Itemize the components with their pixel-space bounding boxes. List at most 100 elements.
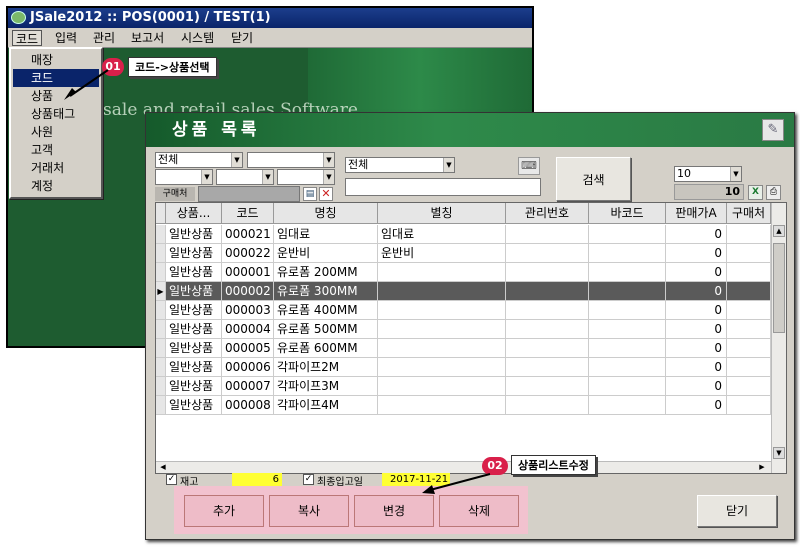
row-indicator <box>156 301 166 320</box>
table-cell: 유로폼 500MM <box>274 320 378 339</box>
table-cell <box>727 358 771 377</box>
column-header[interactable]: 구매처 <box>727 203 771 224</box>
table-cell: 000004 <box>222 320 274 339</box>
table-cell: 0 <box>666 244 727 263</box>
excel-export-icon[interactable]: X <box>748 185 763 200</box>
table-row[interactable]: 일반상품 000007 각파이프3M 0 <box>156 377 771 396</box>
table-cell <box>506 377 589 396</box>
menu-manage[interactable]: 관리 <box>90 30 118 46</box>
table-row[interactable]: 일반상품 000006 각파이프2M 0 <box>156 358 771 377</box>
table-cell: 각파이프4M <box>274 396 378 415</box>
table-cell: 000006 <box>222 358 274 377</box>
vertical-scrollbar[interactable]: ▲ ▼ <box>771 203 786 473</box>
callout-arrow-2 <box>422 473 491 494</box>
row-indicator <box>156 396 166 415</box>
dropdown-item-customer[interactable]: 고객 <box>13 141 99 159</box>
add-button[interactable]: 추가 <box>184 495 264 527</box>
close-button[interactable]: 닫기 <box>697 495 777 527</box>
last-in-checkbox[interactable]: ✓ <box>303 474 314 485</box>
table-cell <box>727 282 771 301</box>
tool-icon[interactable]: ✎ <box>762 119 784 141</box>
table-cell: 각파이프3M <box>274 377 378 396</box>
chevron-down-icon: ▼ <box>323 170 334 184</box>
row-indicator <box>156 263 166 282</box>
scroll-down-icon[interactable]: ▼ <box>773 447 785 459</box>
page-size-combo[interactable]: 10 ▼ <box>674 166 742 182</box>
table-row[interactable]: 일반상품 000005 유로폼 600MM 0 <box>156 339 771 358</box>
table-row[interactable]: 일반상품 000001 유로폼 200MM 0 <box>156 263 771 282</box>
row-indicator: ▶ <box>156 282 166 301</box>
column-header[interactable]: 판매가A <box>666 203 727 224</box>
chevron-down-icon: ▼ <box>201 170 212 184</box>
column-header[interactable]: 명칭 <box>274 203 378 224</box>
table-cell: 0 <box>666 282 727 301</box>
clear-icon[interactable]: ✕ <box>319 187 333 201</box>
product-list-title: 상품 목록 <box>146 113 794 147</box>
search-input[interactable] <box>345 178 541 196</box>
table-row[interactable]: ▶ 일반상품 000002 유로폼 300MM 0 <box>156 282 771 301</box>
scroll-up-icon[interactable]: ▲ <box>773 225 785 237</box>
chevron-down-icon: ▼ <box>231 153 242 167</box>
table-cell: 일반상품 <box>166 301 222 320</box>
menu-close[interactable]: 닫기 <box>228 30 256 46</box>
column-header[interactable]: 상품... <box>166 203 222 224</box>
search-scope-combo[interactable]: 전체 ▼ <box>345 157 455 173</box>
table-cell: 일반상품 <box>166 282 222 301</box>
column-header[interactable]: 별칭 <box>378 203 506 224</box>
table-cell: 0 <box>666 301 727 320</box>
callout-arrow-1 <box>64 69 109 100</box>
table-cell: 일반상품 <box>166 377 222 396</box>
table-row[interactable]: 일반상품 000003 유로폼 400MM 0 <box>156 301 771 320</box>
filter-combo-5[interactable]: ▼ <box>277 169 335 185</box>
column-header[interactable]: 바코드 <box>589 203 666 224</box>
stock-checkbox[interactable]: ✓ <box>166 474 177 485</box>
filter-combo-4[interactable]: ▼ <box>216 169 274 185</box>
table-cell <box>589 339 666 358</box>
table-cell <box>506 396 589 415</box>
buyer-field[interactable] <box>198 186 300 202</box>
table-cell: 000003 <box>222 301 274 320</box>
table-row[interactable]: 일반상품 000008 각파이프4M 0 <box>156 396 771 415</box>
column-header[interactable]: 관리번호 <box>506 203 589 224</box>
table-cell: 0 <box>666 320 727 339</box>
dropdown-item-product-tag[interactable]: 상품태그 <box>13 105 99 123</box>
table-cell <box>589 396 666 415</box>
menu-system[interactable]: 시스템 <box>178 30 217 46</box>
table-cell <box>589 377 666 396</box>
scroll-right-icon[interactable]: ▶ <box>756 462 768 473</box>
table-row[interactable]: 일반상품 000021 임대료 임대료 0 <box>156 225 771 244</box>
scroll-left-icon[interactable]: ◀ <box>157 462 169 473</box>
menu-report[interactable]: 보고서 <box>128 30 167 46</box>
table-cell: 000002 <box>222 282 274 301</box>
table-cell <box>506 320 589 339</box>
copy-button[interactable]: 복사 <box>269 495 349 527</box>
table-cell: 유로폼 400MM <box>274 301 378 320</box>
callout-label-1: 코드->상품선택 <box>128 57 217 77</box>
record-count: 10 <box>674 184 744 200</box>
dropdown-item-vendor[interactable]: 거래처 <box>13 159 99 177</box>
table-cell <box>727 225 771 244</box>
table-cell: 0 <box>666 396 727 415</box>
column-header[interactable]: 코드 <box>222 203 274 224</box>
table-row[interactable]: 일반상품 000004 유로폼 500MM 0 <box>156 320 771 339</box>
print-icon[interactable]: ⎙ <box>766 185 781 200</box>
table-cell: 일반상품 <box>166 358 222 377</box>
dropdown-item-employee[interactable]: 사원 <box>13 123 99 141</box>
row-indicator <box>156 244 166 263</box>
table-cell: 각파이프2M <box>274 358 378 377</box>
document-icon[interactable]: ▤ <box>303 187 317 201</box>
filter-combo-2[interactable]: ▼ <box>247 152 335 168</box>
scroll-thumb[interactable] <box>773 243 785 333</box>
category-combo[interactable]: 전체 ▼ <box>155 152 243 168</box>
menu-input[interactable]: 입력 <box>52 30 80 46</box>
filter-combo-3[interactable]: ▼ <box>155 169 213 185</box>
menu-code[interactable]: 코드 <box>12 30 43 46</box>
table-row[interactable]: 일반상품 000022 운반비 운반비 0 <box>156 244 771 263</box>
search-button[interactable]: 검색 <box>556 157 631 201</box>
row-indicator <box>156 320 166 339</box>
row-header-corner <box>156 203 166 224</box>
keyboard-icon[interactable]: ⌨ <box>518 157 540 175</box>
dropdown-item-account[interactable]: 계정 <box>13 177 99 195</box>
table-cell: 000021 <box>222 225 274 244</box>
table-cell <box>589 244 666 263</box>
